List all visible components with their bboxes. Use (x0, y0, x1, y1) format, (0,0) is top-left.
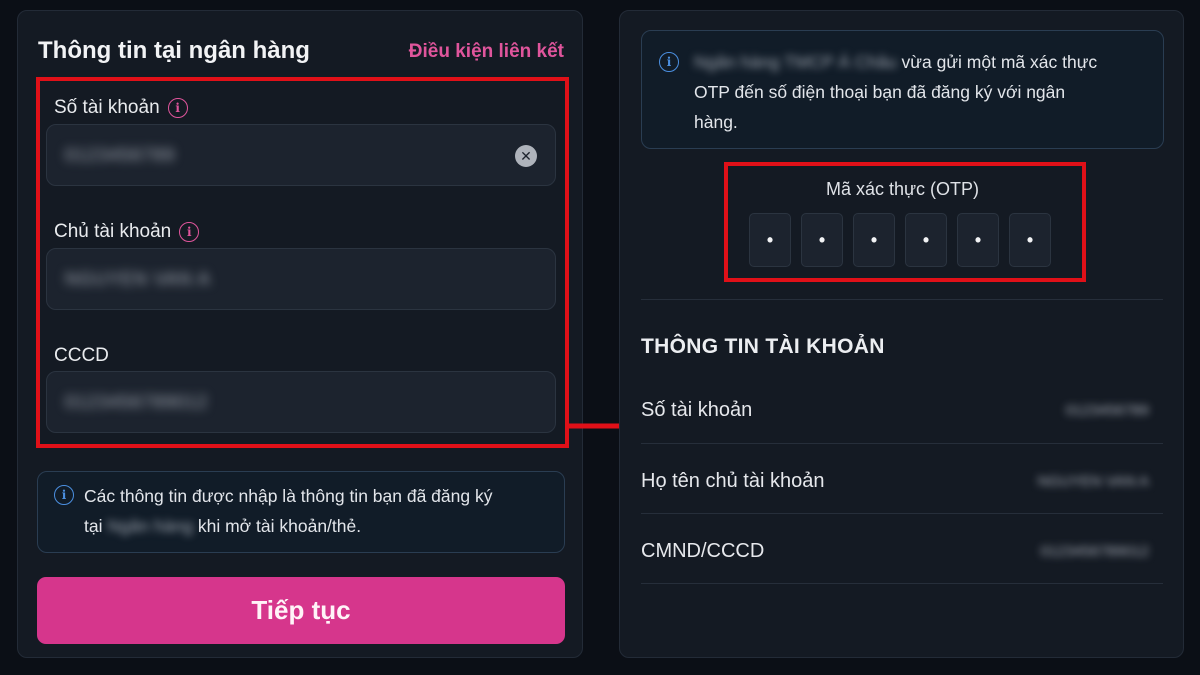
info-icon: i (659, 52, 679, 72)
account-number-row-label: Số tài khoản (641, 399, 753, 421)
otp-sent-note-text: Ngân hàng TMCP Á Châu vừa gửi một mã xác… (694, 47, 1097, 137)
otp-note-line-1: Ngân hàng TMCP Á Châu vừa gửi một mã xác… (694, 47, 1097, 77)
divider (641, 299, 1163, 300)
account-number-row-value: 0123456789 (1065, 402, 1149, 419)
account-holder-row-value: NGUYEN VAN A (1037, 473, 1149, 490)
info-icon: i (54, 485, 74, 505)
otp-highlight-box (724, 162, 1086, 282)
info-note-line-1: Các thông tin được nhập là thông tin bạn… (84, 486, 493, 506)
id-card-row-label: CMND/CCCD (641, 540, 765, 562)
continue-button[interactable]: Tiếp tục (37, 577, 565, 644)
account-info-heading: THÔNG TIN TÀI KHOẢN (641, 335, 885, 358)
form-highlight-box (36, 77, 569, 448)
bank-name: Ngân hàng (107, 516, 193, 536)
info-note-text: Các thông tin được nhập là thông tin bạn… (84, 481, 492, 541)
id-card-row-value: 0123456789012 (1040, 543, 1149, 560)
terms-link[interactable]: Điều kiện liên kết (409, 41, 564, 63)
otp-note-line-3: hàng. (694, 112, 738, 132)
otp-sent-note: i Ngân hàng TMCP Á Châu vừa gửi một mã x… (641, 30, 1164, 149)
info-note-line-2: tại Ngân hàng khi mở tài khoản/thẻ. (84, 511, 492, 541)
sender-name: Ngân hàng TMCP Á Châu (694, 52, 897, 72)
info-note-suffix: khi mở tài khoản/thẻ. (197, 516, 362, 536)
account-holder-row-label: Họ tên chủ tài khoản (641, 470, 825, 492)
bank-info-panel: Thông tin tại ngân hàng Điều kiện liên k… (17, 10, 583, 658)
divider (641, 583, 1163, 584)
otp-note-line-2: OTP đến số điện thoại bạn đã đăng ký với… (694, 82, 1066, 102)
info-note-prefix: tại (84, 516, 103, 536)
otp-note-line-1-text: vừa gửi một mã xác thực (901, 52, 1098, 72)
divider (641, 513, 1163, 514)
otp-panel: i Ngân hàng TMCP Á Châu vừa gửi một mã x… (619, 10, 1184, 658)
info-note: i Các thông tin được nhập là thông tin b… (37, 471, 565, 553)
divider (641, 443, 1163, 444)
panel-title: Thông tin tại ngân hàng (38, 37, 310, 64)
